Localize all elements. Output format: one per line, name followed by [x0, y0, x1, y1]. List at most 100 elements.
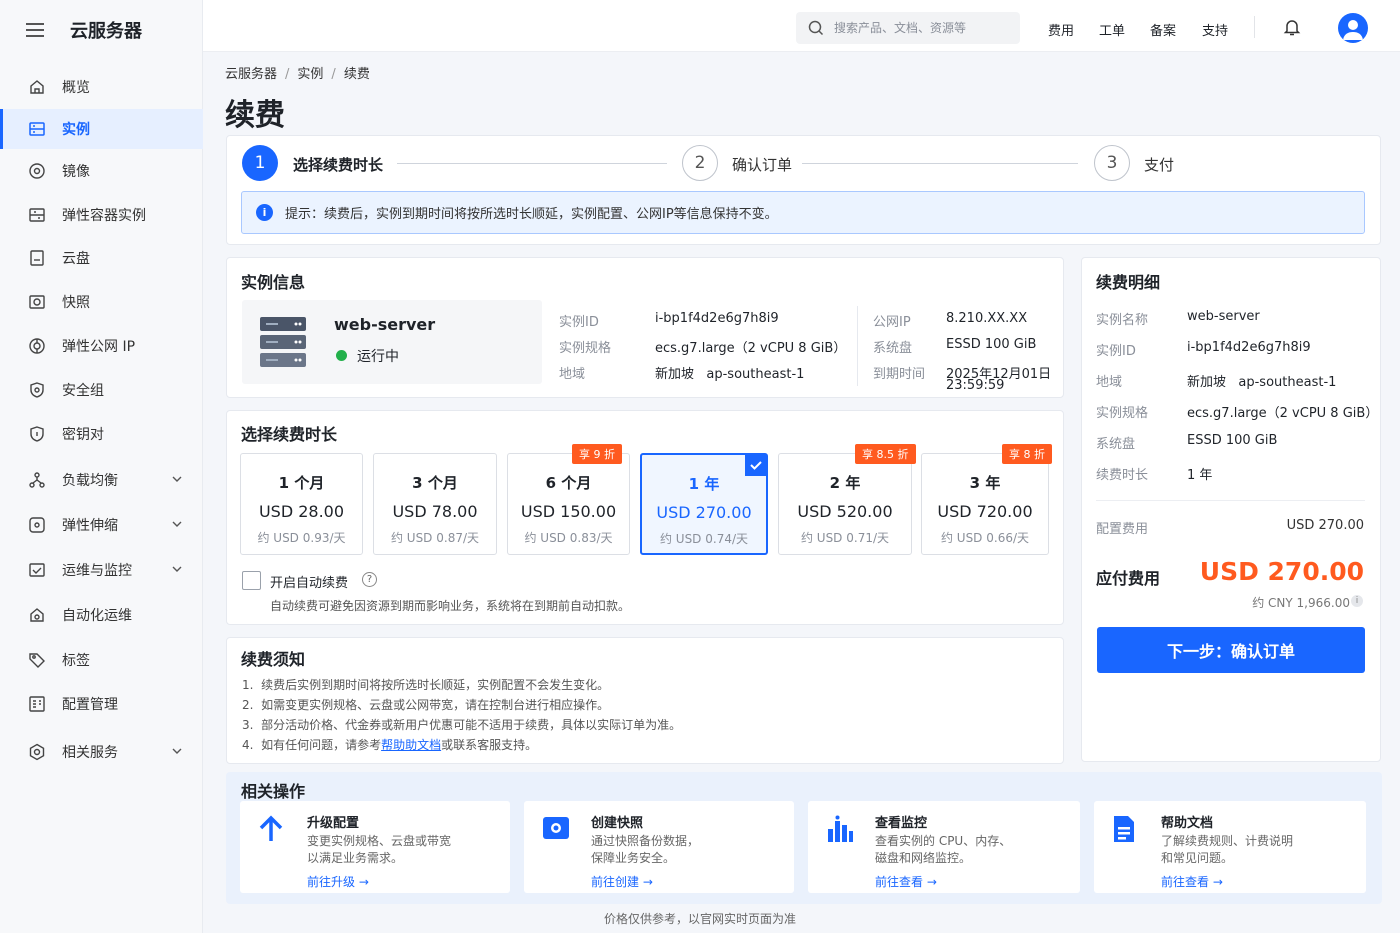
instance-name: web-server — [334, 315, 436, 334]
option-duration: 3 个月 — [412, 474, 458, 492]
shield-icon — [28, 381, 46, 399]
sidebar-item-images[interactable]: 镜像 — [0, 151, 203, 191]
bell-icon[interactable] — [1282, 17, 1302, 37]
sidebar-item-key-pairs[interactable]: 密钥对 — [0, 414, 203, 454]
key-shield-icon — [28, 425, 46, 443]
sidebar-item-eip[interactable]: 弹性公网 IP — [0, 326, 203, 366]
sidebar-item-auto-scaling[interactable]: 弹性伸缩 — [0, 505, 203, 545]
search-input[interactable] — [834, 21, 1004, 35]
search-icon — [808, 20, 824, 36]
sidebar-item-load-balancing[interactable]: 负载均衡 — [0, 460, 203, 500]
option-per-day: 约 USD 0.87/天 — [390, 531, 480, 545]
desc-line: 保障业务安全。 — [591, 851, 676, 865]
related-card-upgrade[interactable]: 升级配置 变更实例规格、云盘或带宽 以满足业务需求。 前往升级 → — [240, 801, 510, 893]
top-link-icp[interactable]: 备案 — [1150, 20, 1176, 39]
notice-item: 1. 续费后实例到期时间将按所选时长顺延，实例配置不会发生变化。 — [242, 678, 610, 692]
option-duration: 2 年 — [829, 474, 861, 492]
summary-label: 实例名称 — [1096, 313, 1149, 328]
server-icon — [260, 317, 306, 367]
status-dot — [336, 350, 347, 361]
section-title: 续费须知 — [241, 650, 306, 669]
related-card-action[interactable]: 前往查看 → — [875, 873, 937, 890]
search-box[interactable] — [796, 12, 1020, 44]
duration-option[interactable]: 1 个月 USD 28.00 约 USD 0.93/天 — [240, 453, 363, 555]
related-card-title: 升级配置 — [307, 816, 360, 831]
step-3-number: 3 — [1094, 145, 1130, 181]
app-title: 云服务器 — [70, 21, 142, 42]
sidebar-item-label: 相关服务 — [62, 745, 118, 761]
sidebar-item-overview[interactable]: 概览 — [0, 67, 203, 107]
sidebar-item-container-instances[interactable]: 弹性容器实例 — [0, 195, 203, 235]
summary-label: 地域 — [1096, 375, 1123, 390]
help-doc-link[interactable]: 帮助助文档 — [381, 738, 441, 752]
field-value: 新加坡 ap-southeast-1 — [655, 367, 805, 382]
arrow-right-icon: → — [358, 875, 369, 889]
notice-item: 2. 如需变更实例规格、云盘或公网带宽，请在控制台进行相应操作。 — [242, 698, 610, 712]
summary-label: 续费时长 — [1096, 468, 1149, 483]
field-value: i-bp1f4d2e6g7h8i9 — [655, 311, 779, 326]
duration-option[interactable]: 3 个月 USD 78.00 约 USD 0.87/天 — [373, 453, 497, 555]
sidebar-item-disks[interactable]: 云盘 — [0, 238, 203, 278]
breadcrumb: 云服务器 / 实例 / 续费 — [225, 67, 370, 82]
hamburger-menu-icon[interactable] — [26, 23, 46, 37]
sidebar-item-instances[interactable]: 实例 — [0, 109, 203, 149]
info-icon[interactable]: i — [1351, 595, 1363, 607]
sidebar-item-config-management[interactable]: 配置管理 — [0, 684, 203, 724]
automation-icon — [28, 606, 46, 624]
arrow-up-icon — [259, 815, 283, 841]
sidebar-item-security-groups[interactable]: 安全组 — [0, 370, 203, 410]
related-card-desc: 了解续费规则、计费说明 和常见问题。 — [1161, 833, 1341, 867]
sidebar-item-ops-monitoring[interactable]: 运维与监控 — [0, 550, 203, 590]
auto-renew-checkbox[interactable] — [242, 571, 261, 590]
related-card-action[interactable]: 前往创建 → — [591, 873, 653, 890]
info-icon: i — [256, 204, 273, 221]
arrow-right-icon: → — [926, 875, 937, 889]
breadcrumb-item[interactable]: 云服务器 — [225, 67, 277, 82]
chevron-down-icon — [172, 476, 182, 482]
sidebar-item-automation[interactable]: 自动化运维 — [0, 595, 203, 635]
instance-summary: web-server 运行中 — [242, 300, 542, 384]
field-label: 公网IP — [873, 315, 911, 330]
duration-option[interactable]: 3 年 USD 720.00 约 USD 0.66/天 — [921, 453, 1049, 555]
step-2-number: 2 — [682, 145, 718, 181]
field-label: 到期时间 — [873, 367, 926, 382]
top-link-tickets[interactable]: 工单 — [1099, 20, 1125, 39]
sidebar-item-tags[interactable]: 标签 — [0, 640, 203, 680]
related-card-desc: 变更实例规格、云盘或带宽 以满足业务需求。 — [307, 833, 487, 867]
desc-line: 和常见问题。 — [1161, 851, 1234, 865]
duration-option-selected[interactable]: 1 年 USD 270.00 约 USD 0.74/天 — [640, 453, 768, 555]
top-link-support[interactable]: 支持 — [1202, 20, 1228, 39]
step-1-label: 选择续费时长 — [293, 156, 384, 174]
snapshot-icon — [28, 293, 46, 311]
sidebar-item-snapshots[interactable]: 快照 — [0, 282, 203, 322]
avatar[interactable] — [1338, 13, 1368, 43]
sidebar-item-label: 配置管理 — [62, 697, 118, 713]
disc-icon — [28, 162, 46, 180]
next-step-button[interactable]: 下一步：确认订单 — [1097, 627, 1365, 673]
sidebar-item-label: 云盘 — [62, 251, 90, 267]
monitor-check-icon — [28, 561, 46, 579]
sidebar-item-label: 安全组 — [62, 383, 104, 399]
related-card-snapshot[interactable]: 创建快照 通过快照备份数据， 保障业务安全。 前往创建 → — [524, 801, 794, 893]
sidebar-item-related-services[interactable]: 相关服务 — [0, 732, 203, 772]
scaling-icon — [28, 516, 46, 534]
related-card-action[interactable]: 前往查看 → — [1161, 873, 1223, 890]
duration-option[interactable]: 6 个月 USD 150.00 约 USD 0.83/天 — [507, 453, 630, 555]
related-card-desc: 查看实例的 CPU、内存、 磁盘和网络监控。 — [875, 833, 1055, 867]
tip-text: 提示：续费后，实例到期时间将按所选时长顺延，实例配置、公网IP等信息保持不变。 — [285, 207, 778, 222]
action-label: 前往升级 — [307, 875, 356, 889]
sidebar-item-label: 自动化运维 — [62, 608, 132, 624]
option-price: USD 150.00 — [520, 502, 617, 521]
sidebar-item-label: 密钥对 — [62, 427, 104, 443]
related-card-help-docs[interactable]: 帮助文档 了解续费规则、计费说明 和常见问题。 前往查看 → — [1094, 801, 1366, 893]
duration-option[interactable]: 2 年 USD 520.00 约 USD 0.71/天 — [778, 453, 912, 555]
related-card-title: 创建快照 — [591, 816, 644, 831]
breadcrumb-item[interactable]: 实例 — [297, 67, 323, 82]
related-card-desc: 通过快照备份数据， 保障业务安全。 — [591, 833, 771, 867]
top-link-billing[interactable]: 费用 — [1048, 20, 1074, 39]
help-icon[interactable]: ? — [362, 572, 377, 587]
related-card-monitoring[interactable]: 查看监控 查看实例的 CPU、内存、 磁盘和网络监控。 前往查看 → — [808, 801, 1080, 893]
related-card-action[interactable]: 前往升级 → — [307, 873, 369, 890]
option-per-day: 约 USD 0.83/天 — [524, 531, 613, 545]
option-price: USD 78.00 — [392, 502, 478, 521]
